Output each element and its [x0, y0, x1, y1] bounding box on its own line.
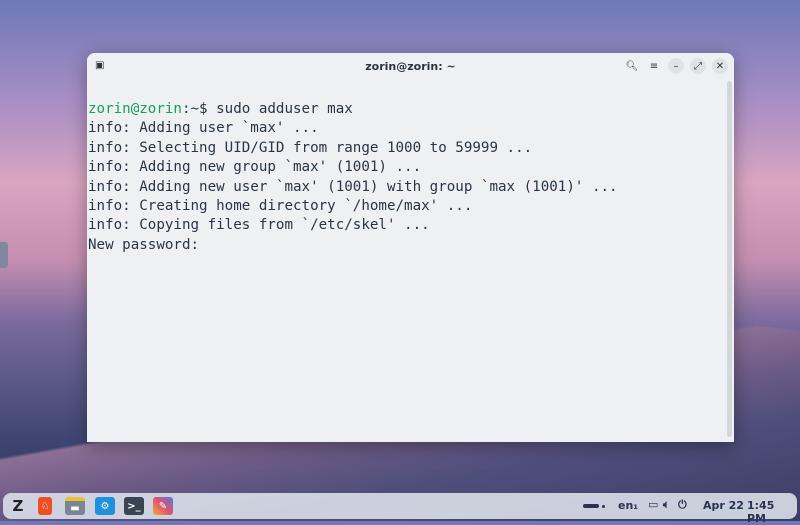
scrollbar[interactable] — [727, 81, 732, 437]
output-line: info: Adding new group `max' (1001) ... — [88, 159, 422, 176]
prompt-user: zorin@zorin — [88, 101, 182, 117]
volume-icon[interactable]: 🔈︎ — [663, 498, 670, 512]
side-panel-handle[interactable] — [0, 242, 8, 268]
keyboard-layout[interactable]: en₁ — [618, 499, 638, 512]
display-icon[interactable]: ▭ — [648, 498, 658, 511]
workspace-indicator[interactable] — [583, 504, 605, 508]
command: sudo adduser max — [207, 101, 353, 117]
prompt-line: zorin@zorin:~$ sudo adduser max — [88, 100, 734, 119]
output-line: info: Adding user `max' ... — [88, 120, 319, 137]
menu-icon[interactable]: ≡ — [646, 58, 662, 74]
taskbar: Z ♘ ▬ ⚙ >_ ✎ en₁ ▭ 🔈︎ ⏻ Apr 22 1:45 PM — [3, 493, 797, 525]
maximize-button[interactable]: ⤢ — [690, 58, 706, 74]
title-bar[interactable]: ▣ zorin@zorin: ~ 🔍︎ ≡ – ⤢ ✕ — [87, 53, 734, 79]
terminal-icon[interactable]: >_ — [124, 497, 144, 515]
minimize-button[interactable]: – — [668, 58, 684, 74]
clock[interactable]: 1:45 PM — [747, 499, 797, 525]
search-icon[interactable]: 🔍︎ — [624, 58, 640, 74]
output-line: info: Selecting UID/GID from range 1000 … — [88, 139, 533, 156]
prompt-path: :~$ — [181, 101, 208, 117]
date[interactable]: Apr 22 — [703, 499, 744, 512]
paint-icon[interactable]: ✎ — [153, 497, 173, 515]
power-icon[interactable]: ⏻ — [678, 498, 687, 512]
output-line: info: Creating home directory `/home/max… — [88, 198, 473, 215]
brave-browser-icon[interactable]: ♘ — [38, 497, 52, 515]
terminal-window: ▣ zorin@zorin: ~ 🔍︎ ≡ – ⤢ ✕ zorin@zorin:… — [87, 53, 734, 442]
software-store-icon[interactable]: ⚙ — [95, 497, 115, 515]
output-line: info: Adding new user `max' (1001) with … — [88, 178, 618, 195]
files-icon[interactable]: ▬ — [65, 497, 85, 515]
output-line: New password: — [88, 236, 200, 253]
zorin-menu-icon[interactable]: Z — [8, 497, 28, 515]
terminal-output[interactable]: zorin@zorin:~$ sudo adduser max info: Add… — [87, 79, 734, 255]
output-line: info: Copying files from `/etc/skel' ... — [88, 217, 430, 234]
close-button[interactable]: ✕ — [712, 58, 728, 74]
